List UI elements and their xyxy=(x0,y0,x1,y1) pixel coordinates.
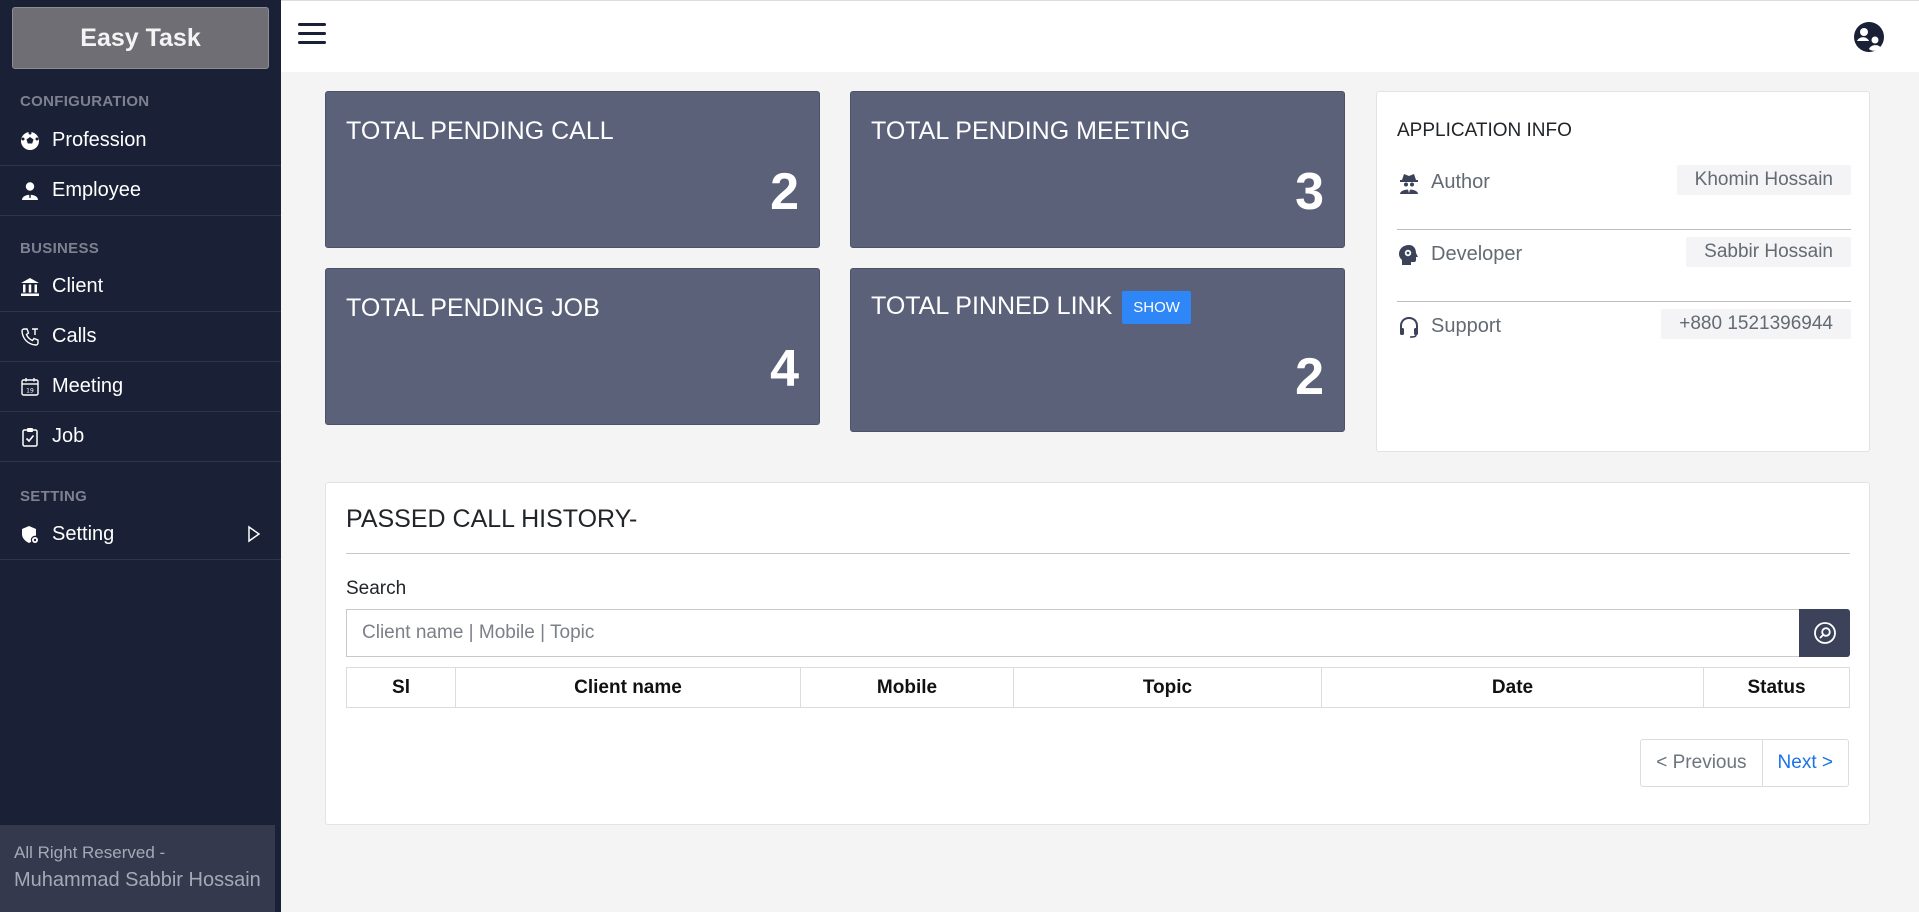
sidebar-item-label: Setting xyxy=(52,523,115,545)
info-value: +880 1521396944 xyxy=(1661,309,1851,339)
column-header-date: Date xyxy=(1321,667,1704,708)
column-header-sl: Sl xyxy=(346,667,456,708)
stat-value: 4 xyxy=(770,340,799,398)
info-value: Khomin Hossain xyxy=(1676,165,1851,195)
stat-title: TOTAL PINNED LINK SHOW xyxy=(871,291,1191,324)
stat-card-pending-job[interactable]: TOTAL PENDING JOB 4 xyxy=(325,268,820,425)
headset-icon xyxy=(1400,316,1418,338)
call-history-panel: PASSED CALL HISTORY- Search Sl Client na… xyxy=(325,482,1870,825)
divider xyxy=(346,553,1850,554)
previous-page-button[interactable]: < Previous xyxy=(1640,739,1763,787)
search-icon xyxy=(1813,622,1836,644)
svg-text:19: 19 xyxy=(26,387,34,394)
footer-author: Muhammad Sabbir Hossain xyxy=(14,869,261,891)
application-info-panel: APPLICATION INFO Author Khomin Hossain D… xyxy=(1376,91,1870,452)
sidebar-item-client[interactable]: Client xyxy=(0,262,281,312)
calendar-icon: 19 xyxy=(20,377,40,397)
info-label: Author xyxy=(1431,171,1490,193)
user-avatar-icon[interactable] xyxy=(1852,20,1886,54)
sidebar-item-label: Meeting xyxy=(52,375,124,397)
column-header-status: Status xyxy=(1703,667,1850,708)
search-input[interactable] xyxy=(346,609,1799,657)
caret-right-icon[interactable] xyxy=(243,524,263,544)
top-bar xyxy=(281,0,1919,72)
info-row-author: Author Khomin Hossain xyxy=(1397,160,1851,230)
stat-value: 2 xyxy=(1295,348,1324,406)
info-row-developer: Developer Sabbir Hossain xyxy=(1397,232,1851,302)
table-header-row: Sl Client name Mobile Topic Date Status xyxy=(346,667,1850,708)
sidebar-item-label: Client xyxy=(52,275,104,297)
stat-title: TOTAL PENDING CALL xyxy=(346,117,614,145)
sidebar-item-calls[interactable]: Calls xyxy=(0,312,281,362)
spy-icon xyxy=(1400,174,1418,194)
sidebar-footer: All Right Reserved - Muhammad Sabbir Hos… xyxy=(0,825,275,912)
panel-title: APPLICATION INFO xyxy=(1397,120,1572,141)
next-page-button[interactable]: Next > xyxy=(1762,739,1849,787)
column-header-client-name: Client name xyxy=(455,667,801,708)
hamburger-menu-icon[interactable] xyxy=(298,23,326,49)
sidebar-item-setting[interactable]: Setting xyxy=(0,510,281,560)
info-row-support: Support +880 1521396944 xyxy=(1397,304,1851,374)
section-label-configuration: CONFIGURATION xyxy=(20,93,150,110)
pagination: < Previous Next > xyxy=(1640,739,1849,787)
stat-title-text: TOTAL PINNED LINK xyxy=(871,292,1113,321)
stat-value: 3 xyxy=(1295,163,1324,221)
footer-copyright: All Right Reserved - xyxy=(14,843,166,862)
bank-icon xyxy=(20,277,40,297)
person-icon xyxy=(20,181,40,201)
phone-icon xyxy=(20,327,40,347)
panel-title: PASSED CALL HISTORY- xyxy=(346,505,638,533)
clipboard-check-icon xyxy=(20,427,40,447)
sidebar-item-label: Job xyxy=(52,425,85,447)
stat-title: TOTAL PENDING JOB xyxy=(346,294,600,322)
info-label: Developer xyxy=(1431,243,1523,265)
gear-shield-icon xyxy=(20,525,40,545)
stat-card-pending-meeting[interactable]: TOTAL PENDING MEETING 3 xyxy=(850,91,1345,248)
stat-card-pending-call[interactable]: TOTAL PENDING CALL 2 xyxy=(325,91,820,248)
search-button[interactable] xyxy=(1799,609,1850,657)
show-pinned-links-button[interactable]: SHOW xyxy=(1122,291,1191,324)
head-gear-icon xyxy=(1399,245,1418,265)
column-header-topic: Topic xyxy=(1013,667,1322,708)
sidebar-item-label: Employee xyxy=(52,179,141,201)
sidebar-item-profession[interactable]: Profession xyxy=(0,116,281,166)
sidebar-item-job[interactable]: Job xyxy=(0,412,281,462)
column-header-mobile: Mobile xyxy=(800,667,1014,708)
sidebar-item-label: Calls xyxy=(52,325,97,347)
search-label: Search xyxy=(346,578,407,599)
stat-card-pinned-link[interactable]: TOTAL PINNED LINK SHOW 2 xyxy=(850,268,1345,432)
call-history-table: Sl Client name Mobile Topic Date Status xyxy=(346,667,1850,708)
sidebar-item-meeting[interactable]: 19 Meeting xyxy=(0,362,281,412)
section-label-setting: SETTING xyxy=(20,488,88,505)
section-label-business: BUSINESS xyxy=(20,240,100,257)
sidebar-item-label: Profession xyxy=(52,129,147,151)
sidebar: Easy Task CONFIGURATION Profession Emplo… xyxy=(0,0,281,912)
soccer-ball-icon xyxy=(20,131,40,151)
stat-value: 2 xyxy=(770,163,799,221)
info-label: Support xyxy=(1431,315,1502,337)
stat-title: TOTAL PENDING MEETING xyxy=(871,117,1191,145)
info-value: Sabbir Hossain xyxy=(1686,237,1851,267)
brand-logo[interactable]: Easy Task xyxy=(12,7,269,69)
sidebar-item-employee[interactable]: Employee xyxy=(0,166,281,216)
